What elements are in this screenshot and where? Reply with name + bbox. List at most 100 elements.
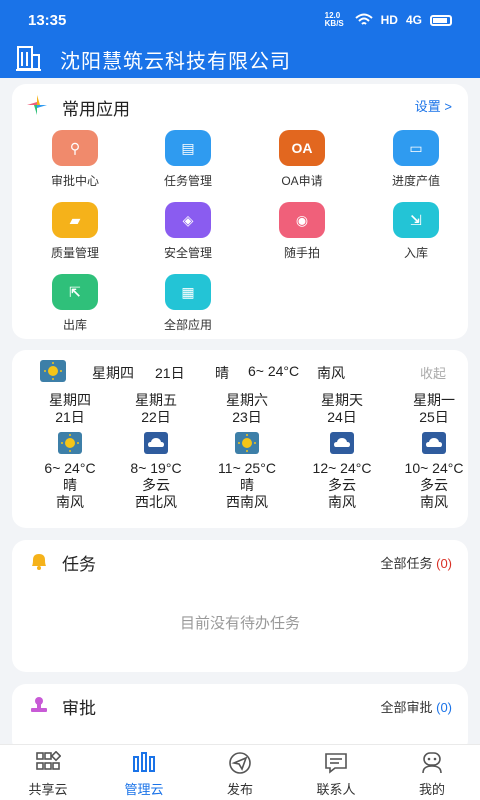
- apps-settings-link[interactable]: 设置 >: [415, 96, 452, 115]
- forecast-temp: 6~ 24°C: [44, 460, 96, 476]
- app-glyph: ◉: [295, 211, 309, 228]
- company-title: 沈阳慧筑云科技有限公司: [60, 51, 291, 73]
- today-temp: 6~ 24°C: [248, 363, 300, 379]
- app-label: 随手拍: [283, 246, 320, 260]
- app-glyph: ▭: [409, 139, 423, 156]
- oa-icon: OA: [279, 130, 325, 166]
- tab-manage-cloud[interactable]: 管理云: [96, 751, 192, 798]
- cloudy-icon: [422, 432, 446, 454]
- forecast-condition: 多云: [420, 477, 448, 493]
- tab-share-cloud[interactable]: 共享云: [0, 750, 96, 798]
- signal-indicator: 4G: [405, 13, 422, 27]
- app-label: 全部应用: [163, 318, 212, 332]
- sunny-icon: [235, 432, 259, 454]
- app-oa[interactable]: OA OA申请: [252, 130, 352, 189]
- forecast-condition: 多云: [142, 477, 170, 493]
- forecast-date: 22日: [141, 409, 171, 425]
- forecast-wind: 西北风: [135, 494, 177, 510]
- forecast-temp: 11~ 25°C: [218, 460, 276, 476]
- tab-label: 联系人: [316, 782, 356, 797]
- app-glyph: ⇲: [410, 211, 422, 228]
- tab-label: 发布: [226, 782, 253, 797]
- tab-label: 我的: [418, 782, 445, 797]
- stamp-icon: ⚲: [52, 130, 98, 166]
- task-count: (0): [436, 556, 452, 571]
- forecast-weekday: 星期四: [49, 392, 91, 408]
- cloudy-icon: [144, 432, 168, 454]
- app-quality-folder[interactable]: ▰ 质量管理: [25, 202, 125, 261]
- tab-chat[interactable]: 联系人: [288, 751, 384, 798]
- app-shield[interactable]: ◈ 安全管理: [138, 202, 238, 261]
- app-stock-out[interactable]: ⇱ 出库: [25, 274, 125, 333]
- all-approvals-link[interactable]: 全部审批 (0): [380, 697, 452, 716]
- building-icon: [16, 46, 41, 71]
- app-glyph: ▰: [69, 211, 81, 228]
- approval-count: (0): [436, 700, 452, 715]
- net-speed: 12.0 KB/S: [324, 11, 344, 28]
- app-label: 质量管理: [50, 246, 99, 260]
- tab-profile[interactable]: 我的: [384, 751, 480, 798]
- tab-paper-plane[interactable]: 发布: [192, 751, 288, 798]
- app-label: 出库: [62, 318, 87, 332]
- forecast-day: 星期四 21日 6~ 24°C 晴南风: [22, 392, 118, 511]
- app-label: 审批中心: [50, 174, 99, 188]
- shield-icon: ◈: [165, 202, 211, 238]
- app-progress[interactable]: ▭ 进度产值: [366, 130, 466, 189]
- empty-tasks-text: 目前没有待办任务: [179, 615, 300, 632]
- forecast-strip[interactable]: 星期四 21日 6~ 24°C 晴南风 星期五 22日 8~ 19°C 多云 西北风 星期六 23日…: [12, 390, 468, 518]
- forecast-temp: 12~ 24°C: [312, 460, 372, 476]
- app-label: 进度产值: [391, 174, 440, 188]
- weather-card: 星期四 21日 晴 6~ 24°C 南风 收起 星期四 21日 6~ 24°C 晴南风…: [12, 350, 468, 528]
- app-header: 沈阳慧筑云科技有限公司: [0, 40, 480, 78]
- forecast-wind: 西南风: [226, 494, 268, 510]
- forecast-day: 星期五 22日 8~ 19°C 多云 西北风: [108, 392, 204, 511]
- app-label: 安全管理: [163, 246, 212, 260]
- chat-icon: [323, 751, 349, 775]
- clipboard-icon: ▤: [165, 130, 211, 166]
- profile-icon: [419, 751, 445, 775]
- sunny-icon: [40, 360, 66, 382]
- all-apps-icon: ▦: [165, 274, 211, 310]
- app-glyph: ◈: [182, 211, 194, 228]
- forecast-day: 星期天 24日 12~ 24°C 多云 南风: [294, 392, 390, 511]
- manage-cloud-icon: [131, 751, 157, 775]
- app-camera[interactable]: ◉ 随手拍: [252, 202, 352, 261]
- forecast-date: 25日: [419, 409, 449, 425]
- app-all-apps[interactable]: ▦ 全部应用: [138, 274, 238, 333]
- quality-folder-icon: ▰: [52, 202, 98, 238]
- all-tasks-link[interactable]: 全部任务 (0): [380, 553, 452, 572]
- status-icons: 12.0 KB/S HD 4G: [325, 12, 452, 28]
- forecast-wind: 南风: [56, 494, 84, 510]
- forecast-wind: 南风: [420, 494, 448, 510]
- forecast-temp: 10~ 24°C: [404, 460, 464, 476]
- collapse-button[interactable]: 收起: [420, 363, 446, 382]
- stock-out-icon: ⇱: [52, 274, 98, 310]
- forecast-condition: 晴: [240, 477, 254, 493]
- forecast-day: 星期六 23日 11~ 25°C 晴西南风: [199, 392, 295, 511]
- app-label: 入库: [403, 246, 428, 260]
- pinwheel-icon: [27, 95, 47, 115]
- app-clipboard[interactable]: ▤ 任务管理: [138, 130, 238, 189]
- app-glyph: ⚲: [69, 139, 81, 156]
- wifi-icon: [354, 13, 373, 25]
- tab-label: 管理云: [124, 782, 164, 797]
- stock-in-icon: ⇲: [393, 202, 439, 238]
- app-glyph: ▤: [181, 139, 195, 156]
- forecast-weekday: 星期六: [226, 392, 268, 408]
- today-weekday: 星期四: [92, 365, 134, 381]
- app-stamp[interactable]: ⚲ 审批中心: [25, 130, 125, 189]
- status-time: 13:35: [28, 12, 67, 29]
- forecast-temp: 8~ 19°C: [130, 460, 182, 476]
- cloudy-icon: [330, 432, 354, 454]
- app-stock-in[interactable]: ⇲ 入库: [366, 202, 466, 261]
- hd-indicator: HD: [380, 13, 398, 27]
- forecast-weekday: 星期天: [321, 392, 363, 408]
- app-glyph: OA: [291, 140, 313, 156]
- progress-icon: ▭: [393, 130, 439, 166]
- forecast-date: 21日: [55, 409, 85, 425]
- all-tasks-label: 全部任务: [380, 556, 433, 571]
- task-card: 任务 全部任务 (0) 目前没有待办任务: [12, 540, 468, 672]
- app-glyph: ⇱: [69, 283, 81, 300]
- today-date: 21日: [155, 365, 185, 381]
- forecast-date: 24日: [327, 409, 357, 425]
